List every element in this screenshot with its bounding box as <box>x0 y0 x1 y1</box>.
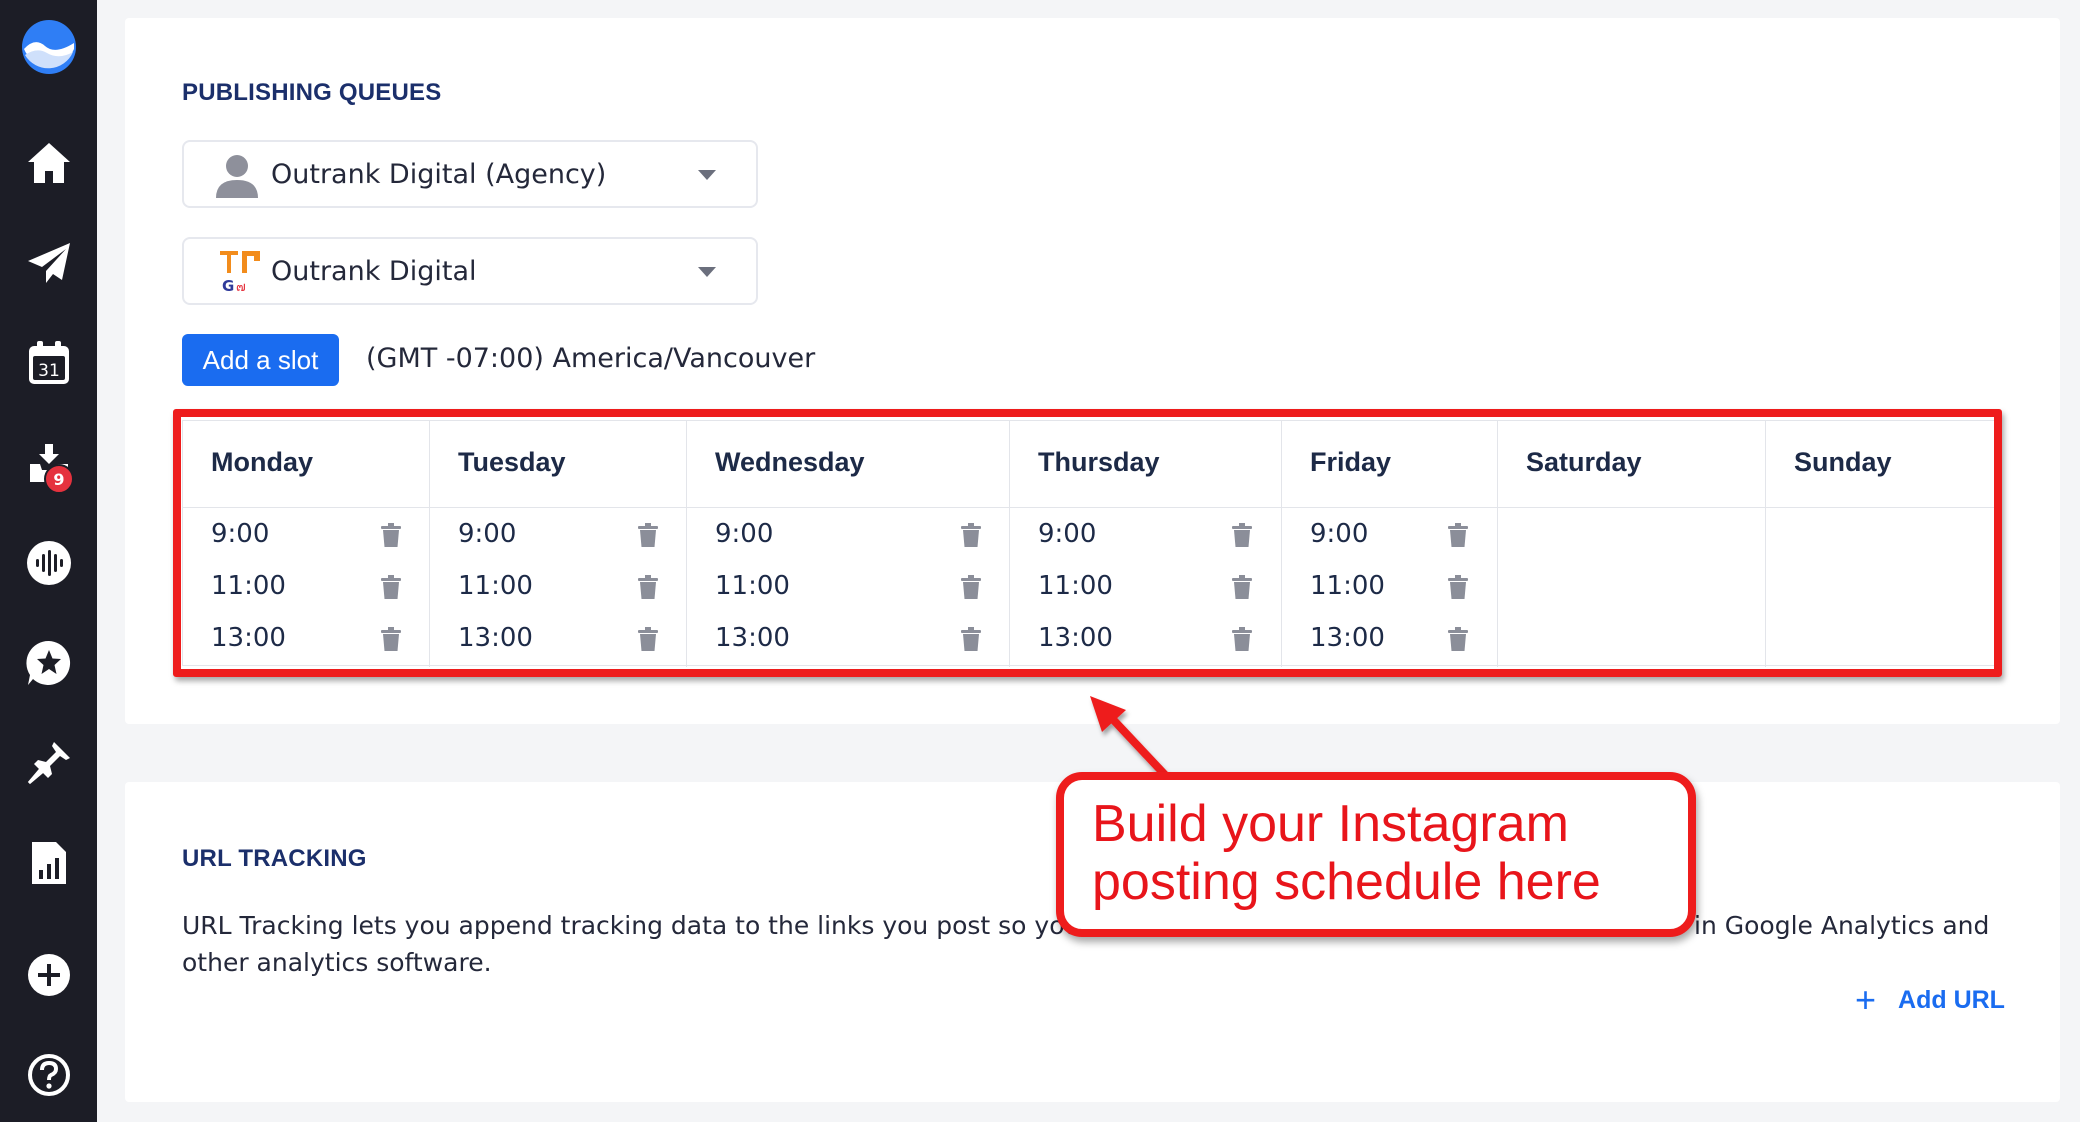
pin-icon <box>27 742 70 785</box>
svg-text:31: 31 <box>38 361 60 381</box>
logo-icon <box>21 20 76 74</box>
help-icon <box>27 1054 70 1096</box>
sidebar-item-publish[interactable] <box>0 228 97 298</box>
add-url-label: Add URL <box>1898 985 2005 1014</box>
report-icon <box>31 842 66 884</box>
brand-logo-icon: G ๗ <box>220 251 260 295</box>
profile-dropdown-value: Outrank Digital <box>271 255 477 287</box>
star-chat-icon <box>25 640 70 685</box>
callout-line-1: Build your Instagram <box>1092 795 1569 853</box>
url-desc-line2: other analytics software. <box>182 948 492 977</box>
sidebar-item-reviews[interactable] <box>0 628 97 698</box>
home-icon <box>27 143 70 183</box>
svg-text:๗: ๗ <box>236 280 246 295</box>
inbox-count-badge: 9 <box>44 464 74 494</box>
schedule-highlight-box <box>173 409 2002 677</box>
url-desc-line1-left: URL Tracking lets you append tracking da… <box>182 911 1081 940</box>
publishing-queues-title: PUBLISHING QUEUES <box>182 79 442 106</box>
app-logo[interactable] <box>0 12 97 82</box>
paper-plane-icon <box>27 243 70 283</box>
account-dropdown-value: Outrank Digital (Agency) <box>271 158 607 190</box>
sidebar-item-listening[interactable] <box>0 528 97 598</box>
add-url-button[interactable]: + Add URL <box>1855 982 2005 1018</box>
profile-dropdown[interactable]: G ๗ Outrank Digital <box>182 237 758 305</box>
svg-text:G: G <box>222 277 234 295</box>
add-slot-button[interactable]: Add a slot <box>182 334 339 386</box>
chevron-down-icon <box>698 267 716 277</box>
timezone-label: (GMT -07:00) America/Vancouver <box>366 343 816 374</box>
sidebar-item-inbox[interactable]: 9 <box>0 428 97 498</box>
url-tracking-title: URL TRACKING <box>182 845 367 872</box>
person-avatar-icon <box>216 155 258 198</box>
account-dropdown[interactable]: Outrank Digital (Agency) <box>182 140 758 208</box>
callout-line-2: posting schedule here <box>1092 853 1601 911</box>
plus-icon: + <box>1855 979 1877 1020</box>
calendar-icon: 31 <box>28 341 69 384</box>
sidebar-item-calendar[interactable]: 31 <box>0 328 97 398</box>
sidebar: 31 9 <box>0 0 97 1122</box>
sidebar-item-add[interactable] <box>0 940 97 1010</box>
sidebar-item-home[interactable] <box>0 128 97 198</box>
chevron-down-icon <box>698 170 716 180</box>
add-circle-icon <box>27 954 70 996</box>
url-desc-line1-right: in Google Analytics and <box>1694 911 1990 940</box>
annotation-callout: Build your Instagram posting schedule he… <box>1056 772 1696 937</box>
audio-wave-icon <box>26 541 71 585</box>
sidebar-item-reports[interactable] <box>0 828 97 898</box>
sidebar-item-help[interactable] <box>0 1040 97 1110</box>
sidebar-item-pinned[interactable] <box>0 728 97 798</box>
